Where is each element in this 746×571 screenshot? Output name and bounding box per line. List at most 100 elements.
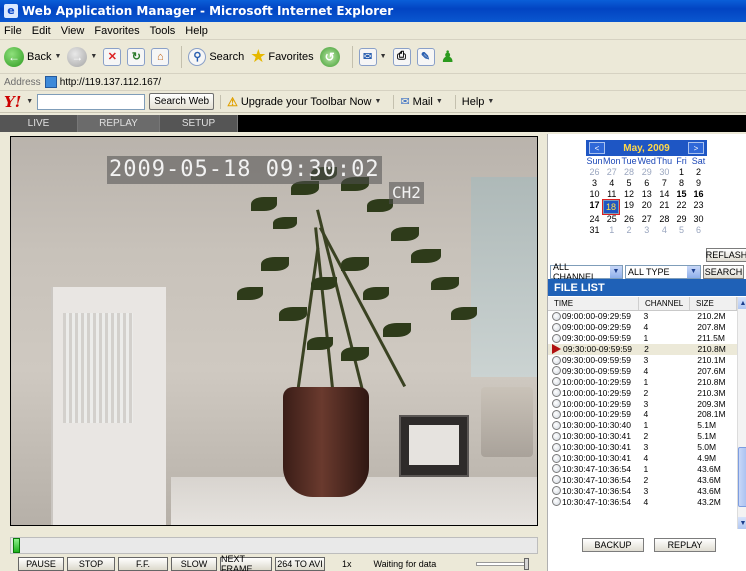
stop-button[interactable]: ✕	[103, 47, 122, 66]
calendar-day[interactable]: 5	[673, 225, 690, 236]
menu-file[interactable]: File	[4, 25, 22, 37]
messenger-button[interactable]: ♟	[441, 47, 455, 67]
channel-select[interactable]: ALL CHANNEL ▼	[550, 262, 623, 282]
yahoo-mail-button[interactable]: ✉ Mail ▼	[400, 95, 442, 109]
file-list-row[interactable]: 09:30:00-09:59:59 4 207.6M	[548, 365, 737, 376]
calendar-day[interactable]: 11	[603, 189, 621, 200]
menu-favorites[interactable]: Favorites	[94, 25, 139, 37]
menu-edit[interactable]: Edit	[32, 25, 51, 37]
calendar-day[interactable]: 17	[586, 200, 603, 211]
volume-slider[interactable]	[476, 558, 530, 570]
file-list-row[interactable]: 10:30:47-10:36:54 4 43.2M	[548, 496, 737, 507]
file-list-row[interactable]: 09:30:00-09:59:59 2 210.8M	[548, 343, 737, 355]
calendar-day[interactable]: 14	[656, 189, 673, 200]
scroll-thumb[interactable]	[738, 447, 746, 507]
tab-setup[interactable]: SETUP	[160, 115, 238, 132]
calendar-day[interactable]: 8	[673, 178, 690, 189]
next-frame-button[interactable]: NEXT FRAME	[220, 554, 272, 571]
calendar-day[interactable]: 5	[621, 178, 638, 189]
file-list-row[interactable]: 10:30:47-10:36:54 2 43.6M	[548, 474, 737, 485]
column-header-time[interactable]: TIME	[548, 297, 639, 310]
refresh-button[interactable]: ↻	[127, 47, 146, 66]
chevron-down-icon[interactable]: ▼	[26, 98, 33, 105]
reflash-button[interactable]: REFLASH	[706, 248, 746, 262]
calendar-day[interactable]: 7	[656, 178, 673, 189]
calendar-day[interactable]: 26	[586, 167, 603, 178]
chevron-down-icon[interactable]: ▼	[609, 265, 622, 278]
pause-button[interactable]: PAUSE	[18, 557, 64, 571]
calendar-day[interactable]: 30	[656, 167, 673, 178]
calendar-day[interactable]: 26	[621, 214, 638, 225]
calendar-day-selected[interactable]: 18	[602, 199, 620, 215]
file-list-row[interactable]: 09:30:00-09:59:59 3 210.1M	[548, 355, 737, 366]
calendar-next-button[interactable]: >	[687, 142, 704, 154]
file-list-row[interactable]: 10:00:00-10:29:59 3 209.3M	[548, 398, 737, 409]
calendar-day[interactable]: 22	[673, 200, 690, 211]
calendar-day[interactable]: 30	[690, 214, 707, 225]
chevron-down-icon[interactable]: ▼	[687, 265, 700, 278]
file-list-row[interactable]: 10:30:00-10:30:41 3 5.0M	[548, 442, 737, 453]
fast-forward-button[interactable]: F.F.	[118, 557, 168, 571]
file-list-row[interactable]: 09:30:00-09:59:59 1 211.5M	[548, 333, 737, 344]
menu-help[interactable]: Help	[185, 25, 208, 37]
search-button[interactable]: ⚲ Search	[188, 47, 244, 66]
slow-button[interactable]: SLOW	[171, 557, 217, 571]
calendar-day[interactable]: 28	[621, 167, 638, 178]
calendar-day[interactable]: 1	[673, 167, 690, 178]
calendar-day[interactable]: 2	[621, 225, 638, 236]
menu-tools[interactable]: Tools	[150, 25, 176, 37]
tab-live[interactable]: LIVE	[0, 115, 78, 132]
calendar-day[interactable]: 3	[638, 225, 656, 236]
column-header-size[interactable]: SIZE	[690, 297, 737, 310]
yahoo-help-button[interactable]: Help ▼	[462, 96, 495, 108]
calendar-day[interactable]: 2	[690, 167, 707, 178]
favorites-button[interactable]: ★ Favorites	[250, 46, 313, 67]
playback-progress-bar[interactable]	[10, 537, 538, 554]
menu-view[interactable]: View	[61, 25, 85, 37]
replay-button[interactable]: REPLAY	[654, 538, 716, 552]
calendar-day[interactable]: 9	[690, 178, 707, 189]
calendar-day[interactable]: 15	[673, 189, 690, 200]
calendar-day[interactable]: 29	[638, 167, 656, 178]
calendar-day[interactable]: 25	[603, 214, 621, 225]
calendar-day[interactable]: 21	[656, 200, 673, 211]
file-list-row[interactable]: 09:00:00-09:29:59 3 210.2M	[548, 311, 737, 322]
calendar-day[interactable]: 1	[603, 225, 621, 236]
upgrade-toolbar-button[interactable]: ⚠ Upgrade your Toolbar Now ▼	[227, 95, 381, 109]
stop-playback-button[interactable]: STOP	[67, 557, 115, 571]
column-header-channel[interactable]: CHANNEL	[639, 297, 690, 310]
calendar-day[interactable]: 24	[586, 214, 603, 225]
file-search-button[interactable]: SEARCH	[703, 264, 744, 279]
calendar-day[interactable]: 6	[690, 225, 707, 236]
file-list-row[interactable]: 10:30:00-10:30:41 2 5.1M	[548, 431, 737, 442]
file-list-row[interactable]: 10:00:00-10:29:59 2 210.3M	[548, 387, 737, 398]
mail-button[interactable]: ✉ ▼	[358, 47, 387, 66]
calendar-day[interactable]: 4	[656, 225, 673, 236]
tab-replay[interactable]: REPLAY	[78, 115, 160, 132]
convert-avi-button[interactable]: 264 TO AVI	[275, 557, 325, 571]
print-button[interactable]: ⎙	[392, 47, 411, 66]
calendar-day[interactable]: 3	[586, 178, 603, 189]
calendar-day[interactable]: 6	[638, 178, 656, 189]
forward-button[interactable]: → ▼	[67, 46, 97, 67]
calendar-day[interactable]: 31	[586, 225, 603, 236]
file-list-row[interactable]: 09:00:00-09:29:59 4 207.8M	[548, 322, 737, 333]
calendar-day[interactable]: 13	[638, 189, 656, 200]
address-field[interactable]: http://119.137.112.167/	[44, 76, 161, 88]
scroll-up-icon[interactable]: ▲	[738, 297, 746, 309]
video-player[interactable]: 2009-05-18 09:30:02 CH2	[10, 136, 538, 526]
calendar-day[interactable]: 19	[621, 200, 638, 211]
type-select[interactable]: ALL TYPE ▼	[625, 264, 701, 279]
backup-button[interactable]: BACKUP	[582, 538, 644, 552]
file-list-row[interactable]: 10:30:00-10:30:40 1 5.1M	[548, 420, 737, 431]
calendar-day[interactable]: 10	[586, 189, 603, 200]
calendar-day[interactable]: 28	[656, 214, 673, 225]
progress-handle[interactable]	[13, 538, 20, 553]
calendar-day[interactable]: 16	[690, 189, 707, 200]
calendar-day[interactable]: 23	[690, 200, 707, 211]
search-web-button[interactable]: Search Web	[149, 93, 215, 110]
file-list-scrollbar[interactable]: ▲ ▼	[737, 297, 746, 529]
file-list-row[interactable]: 10:00:00-10:29:59 1 210.8M	[548, 376, 737, 387]
calendar-prev-button[interactable]: <	[589, 142, 605, 154]
yahoo-logo[interactable]: Y!	[4, 93, 21, 111]
